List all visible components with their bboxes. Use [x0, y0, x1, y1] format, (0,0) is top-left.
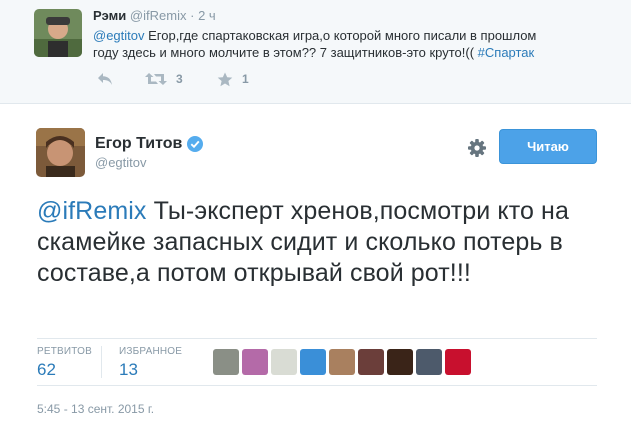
verified-badge-icon: [187, 136, 204, 152]
favoriter-avatar-3[interactable]: [271, 349, 297, 375]
retweet-icon: [145, 72, 167, 86]
retweets-label: РЕТВИТОВ: [37, 346, 93, 357]
reply-mention-link[interactable]: @egtitov: [93, 28, 145, 43]
favorite-count[interactable]: 1: [242, 72, 249, 86]
stats-separator: [101, 346, 102, 378]
stats-divider-top: [37, 338, 597, 339]
favorite-icon: [217, 72, 233, 87]
reply-separator: ·: [190, 8, 195, 23]
retweets-stat[interactable]: РЕТВИТОВ 62: [37, 346, 92, 380]
reply-author-handle[interactable]: @ifRemix: [130, 8, 187, 23]
favoriter-avatar-4[interactable]: [300, 349, 326, 375]
reply-text-line2: году здесь и много молчите в этом?? 7 за…: [93, 45, 475, 60]
reply-timestamp[interactable]: 2 ч: [198, 8, 216, 23]
favoriter-avatar-7[interactable]: [387, 349, 413, 375]
reply-author-name[interactable]: Рэми: [93, 8, 126, 23]
reply-hashtag-link[interactable]: #Спартак: [478, 45, 535, 60]
reply-button[interactable]: [97, 70, 113, 88]
gear-icon[interactable]: [467, 138, 487, 158]
main-mention-link[interactable]: @ifRemix: [37, 197, 147, 225]
reply-icon: [97, 72, 113, 86]
retweets-value[interactable]: 62: [37, 360, 92, 380]
favorites-value[interactable]: 13: [119, 360, 182, 380]
favoriter-avatar-1[interactable]: [213, 349, 239, 375]
favoriter-avatar-8[interactable]: [416, 349, 442, 375]
main-author-avatar[interactable]: [36, 128, 85, 177]
main-author-name[interactable]: Егор Титов: [95, 135, 182, 153]
favoriter-avatar-2[interactable]: [242, 349, 268, 375]
following-button[interactable]: Читаю: [499, 129, 597, 164]
favorites-stat[interactable]: ИЗБРАННОЕ 13: [119, 346, 182, 380]
reply-text: @egtitov Егор,где спартаковская игра,о к…: [93, 27, 613, 61]
main-tweet-timestamp[interactable]: 5:45 - 13 сент. 2015 г.: [37, 402, 154, 416]
favoriter-avatar-9[interactable]: [445, 349, 471, 375]
main-author-handle[interactable]: @egtitov: [95, 155, 147, 170]
favoriter-avatar-5[interactable]: [329, 349, 355, 375]
reply-header: Рэми @ifRemix · 2 ч: [93, 8, 216, 23]
favorites-label: ИЗБРАННОЕ: [119, 346, 183, 357]
main-tweet-text: @ifRemix Ты-эксперт хренов,посмотри кто …: [37, 196, 597, 289]
main-author-name-row: Егор Титов: [95, 135, 204, 153]
favoriters-avatars: [213, 349, 474, 375]
stats-divider-bottom: [37, 385, 597, 386]
reply-tweet[interactable]: Рэми @ifRemix · 2 ч @egtitov Егор,где сп…: [0, 0, 631, 104]
reply-author-avatar[interactable]: [34, 9, 82, 57]
favorite-button[interactable]: 1: [217, 70, 249, 88]
retweet-button[interactable]: 3: [145, 70, 183, 88]
retweet-count[interactable]: 3: [176, 72, 183, 86]
reply-text-line1: Егор,где спартаковская игра,о которой мн…: [144, 28, 537, 43]
favoriter-avatar-6[interactable]: [358, 349, 384, 375]
